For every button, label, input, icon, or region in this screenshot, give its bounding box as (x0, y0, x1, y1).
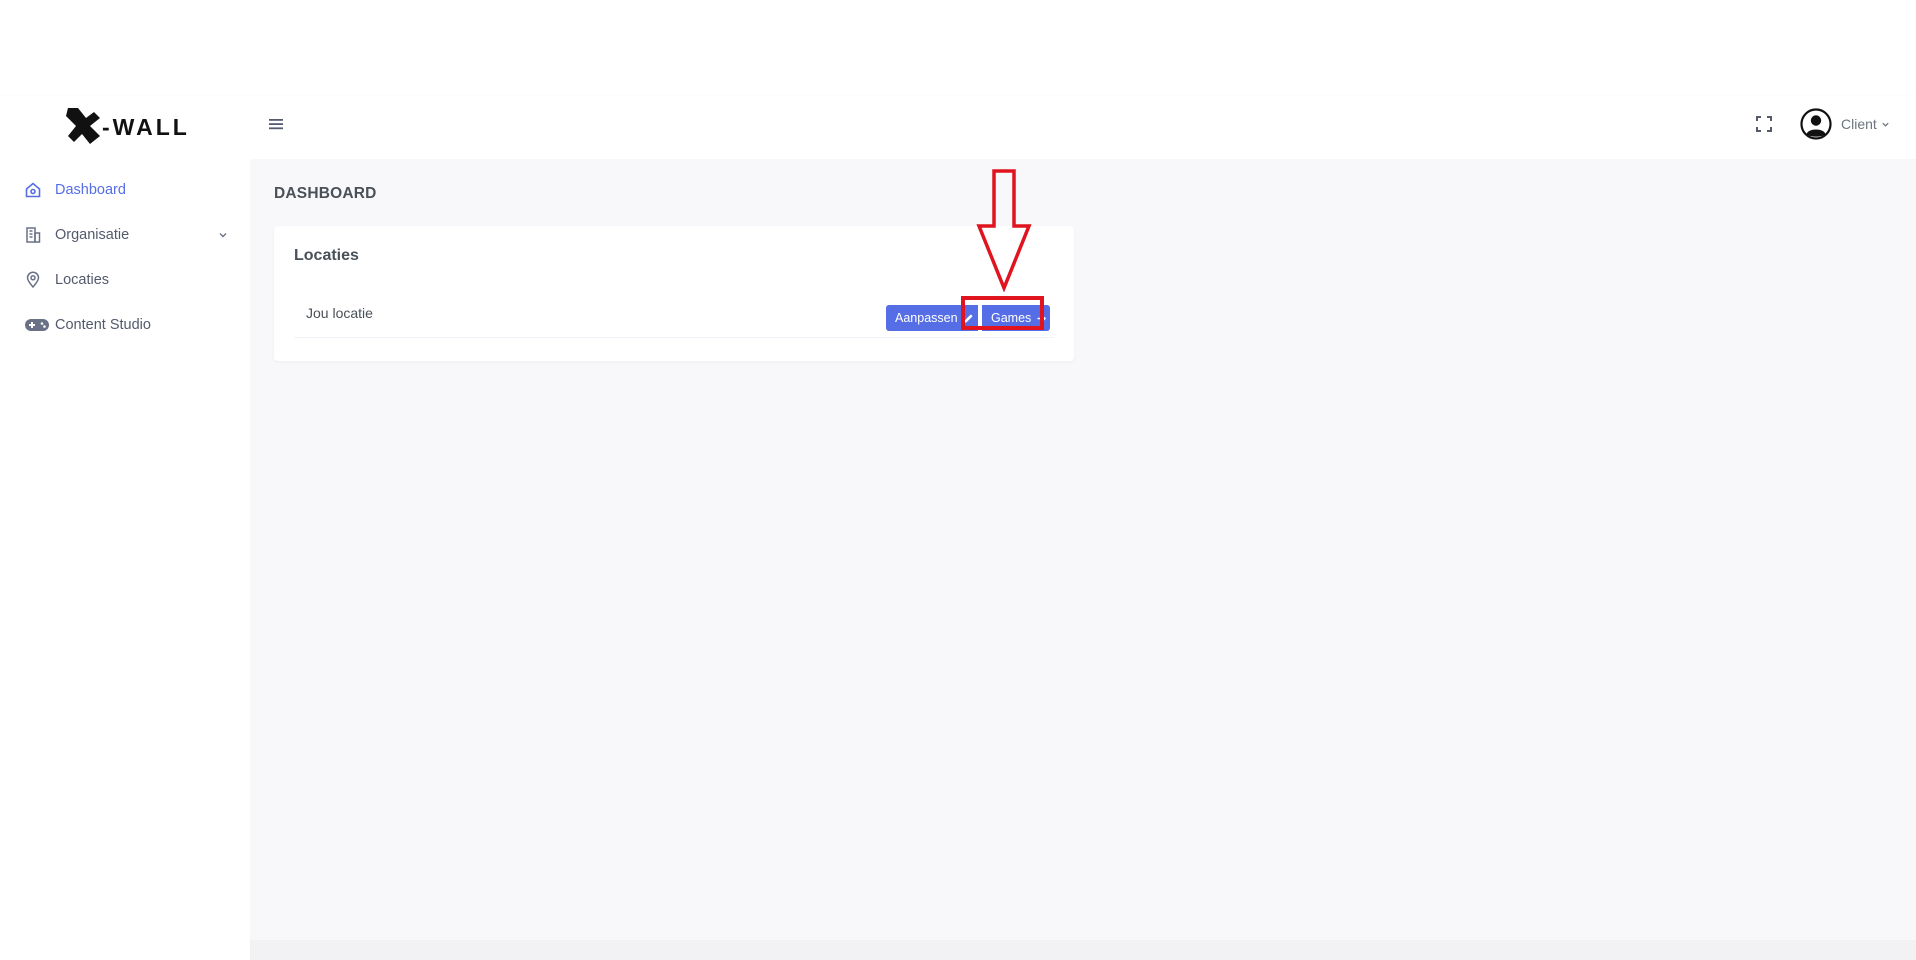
locaties-card: Locaties Jou locatie Aanpassen Games (274, 226, 1074, 361)
sidebar-item-label: Locaties (55, 272, 110, 288)
sidebar-item-locaties[interactable]: Locaties (24, 268, 228, 292)
chevron-down-icon (1882, 122, 1889, 127)
list-item: Jou locatie Aanpassen Games (294, 288, 1054, 338)
games-button-label: Games (991, 311, 1032, 325)
building-icon (24, 226, 42, 244)
pencil-icon (963, 313, 974, 324)
home-icon (24, 181, 42, 199)
card-title: Locaties (294, 247, 359, 264)
games-button[interactable]: Games (982, 305, 1050, 331)
location-name: Jou locatie (306, 305, 373, 321)
edit-location-button[interactable]: Aanpassen (886, 305, 978, 331)
chevron-down-icon (219, 233, 227, 238)
map-pin-icon (24, 271, 42, 289)
user-menu[interactable]: Client (1800, 107, 1890, 141)
sidebar: Dashboard Organisatie Locaties Content S… (0, 159, 250, 960)
menu-toggle-icon[interactable] (268, 116, 284, 132)
sidebar-item-label: Content Studio (55, 317, 151, 333)
sidebar-item-label: Organisatie (55, 227, 130, 243)
user-avatar-icon (1800, 108, 1832, 140)
edit-button-label: Aanpassen (895, 311, 958, 325)
user-name: Client (1841, 116, 1877, 132)
x-logo-icon (66, 108, 100, 144)
footer (250, 940, 1916, 960)
main-content: DASHBOARD Locaties Jou locatie Aanpassen… (250, 159, 1916, 940)
sidebar-item-content-studio[interactable]: Content Studio (24, 313, 228, 337)
sidebar-item-label: Dashboard (55, 182, 126, 198)
gamepad-icon (24, 316, 50, 334)
logo-text: -WALL (102, 113, 190, 140)
topbar: -WALL Client (0, 96, 1916, 159)
xwall-logo[interactable]: -WALL (64, 104, 190, 148)
sidebar-item-dashboard[interactable]: Dashboard (24, 178, 228, 202)
arrow-right-icon (1036, 313, 1047, 324)
fullscreen-icon[interactable] (1754, 114, 1774, 134)
sidebar-item-organisatie[interactable]: Organisatie (24, 223, 228, 247)
page-title: DASHBOARD (274, 185, 377, 202)
